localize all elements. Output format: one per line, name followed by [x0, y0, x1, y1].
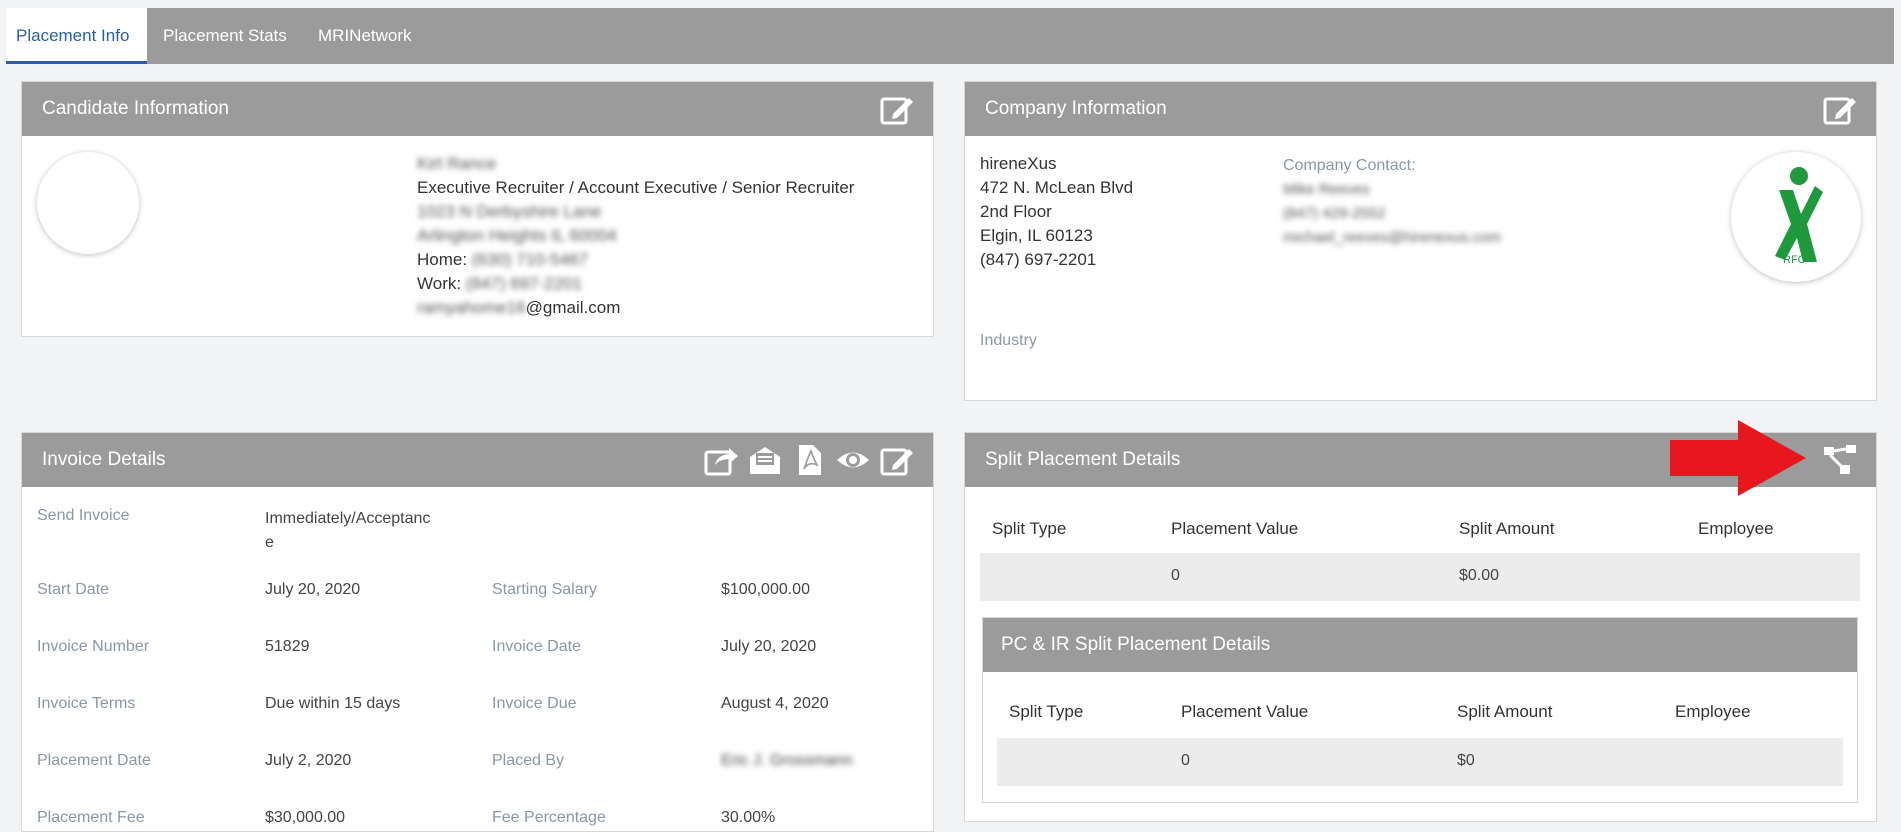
invoice-card: Invoice Details Send Invoice Immediately…	[21, 432, 934, 832]
share-icon[interactable]	[703, 443, 739, 477]
split-grid-header: Split Type Placement Value Split Amount …	[980, 519, 1860, 543]
pcir-split-card: PC & IR Split Placement Details Split Ty…	[982, 617, 1858, 803]
invoice-due-value: August 4, 2020	[721, 695, 829, 712]
split-col-employee: Employee	[1698, 519, 1774, 538]
company-contact-email: michael_reeves@hirenexus.com	[1283, 229, 1501, 246]
invoice-number-label: Invoice Number	[37, 638, 150, 655]
placed-by-label: Placed By	[492, 752, 565, 769]
candidate-card-title: Candidate Information	[42, 98, 229, 119]
invoice-terms-label: Invoice Terms	[37, 695, 136, 712]
company-logo-text: RFC	[1783, 254, 1806, 266]
invoice-due-label: Invoice Due	[492, 695, 577, 712]
candidate-email-suffix: @gmail.com	[525, 298, 621, 317]
pcir-col-employee: Employee	[1675, 702, 1751, 721]
red-arrow-annotation	[1670, 420, 1806, 496]
company-address-2: 2nd Floor	[980, 202, 1052, 221]
company-card-header: Company Information	[965, 82, 1876, 136]
split-row-split-amount: $0.00	[1459, 567, 1500, 584]
company-card: Company Information hireneXus 472 N. McL…	[964, 81, 1877, 401]
pcir-split-card-title: PC & IR Split Placement Details	[1001, 634, 1271, 655]
pcir-col-placement-value: Placement Value	[1181, 702, 1309, 721]
candidate-work-value: (847) 697-2201	[465, 274, 583, 293]
invoice-date-label: Invoice Date	[492, 638, 581, 655]
company-card-title: Company Information	[985, 98, 1167, 119]
edit-icon[interactable]	[1822, 92, 1858, 126]
tab-placement-stats[interactable]: Placement Stats	[153, 8, 297, 64]
company-contact-phone: (847) 429-2552	[1283, 205, 1386, 222]
hierarchy-icon[interactable]	[1822, 443, 1858, 477]
start-date-value: July 20, 2020	[265, 581, 361, 598]
invoice-date-value: July 20, 2020	[721, 638, 817, 655]
invoice-card-header: Invoice Details	[22, 433, 933, 487]
tab-placement-info[interactable]: Placement Info	[6, 8, 147, 64]
edit-icon[interactable]	[879, 443, 915, 477]
split-row-placement-value: 0	[1171, 567, 1180, 584]
pcir-row-split-amount: $0	[1457, 752, 1475, 769]
fee-percentage-value: 30.00%	[721, 809, 776, 826]
invoice-terms-value: Due within 15 days	[265, 695, 401, 712]
placement-date-label: Placement Date	[37, 752, 151, 769]
split-col-placement-value: Placement Value	[1171, 519, 1299, 538]
candidate-address-2: Arlington Heights IL 60004	[417, 226, 617, 245]
invoice-number-value: 51829	[265, 638, 310, 655]
split-col-split-amount: Split Amount	[1459, 519, 1555, 538]
candidate-work-label: Work:	[417, 274, 462, 293]
candidate-email-prefix: ramyahome16	[417, 298, 526, 317]
starting-salary-label: Starting Salary	[492, 581, 597, 598]
split-col-split-type: Split Type	[992, 519, 1067, 538]
pcir-row-placement-value: 0	[1181, 752, 1190, 769]
edit-icon[interactable]	[879, 92, 915, 126]
split-placement-card-title: Split Placement Details	[985, 449, 1181, 470]
company-contact-label: Company Contact:	[1283, 157, 1416, 174]
pdf-icon[interactable]	[791, 443, 827, 477]
company-city: Elgin, IL 60123	[980, 226, 1093, 245]
eye-icon[interactable]	[835, 443, 871, 477]
placement-fee-label: Placement Fee	[37, 809, 145, 826]
placement-date-value: July 2, 2020	[265, 752, 352, 769]
starting-salary-value: $100,000.00	[721, 581, 810, 598]
candidate-card: Candidate Information Kirt Rance Executi…	[21, 81, 934, 337]
fee-percentage-label: Fee Percentage	[492, 809, 606, 826]
industry-label: Industry	[980, 332, 1037, 349]
pcir-split-card-header: PC & IR Split Placement Details	[983, 618, 1857, 672]
company-contact-name: Mike Reeves	[1283, 181, 1370, 198]
pcir-grid-row: 0 $0	[997, 738, 1843, 786]
pcir-col-split-type: Split Type	[1009, 702, 1084, 721]
invoice-card-title: Invoice Details	[42, 449, 166, 470]
send-invoice-value-line-2: e	[265, 534, 274, 551]
split-grid-row: 0 $0.00	[980, 553, 1860, 601]
candidate-home-value: (630) 710-5467	[471, 250, 589, 269]
avatar	[37, 152, 139, 254]
candidate-position: Executive Recruiter / Account Executive …	[417, 178, 855, 197]
placement-fee-value: $30,000.00	[265, 809, 346, 826]
send-invoice-value-line-1: Immediately/Acceptanc	[265, 510, 431, 527]
candidate-name: Kirt Rance	[417, 154, 497, 173]
placed-by-value: Eric J. Grossmann	[721, 752, 853, 769]
pcir-grid-header: Split Type Placement Value Split Amount …	[997, 702, 1843, 726]
pcir-col-split-amount: Split Amount	[1457, 702, 1553, 721]
tab-mrinetwork[interactable]: MRINetwork	[308, 8, 422, 64]
tab-bar: Placement Info Placement Stats MRINetwor…	[6, 8, 1894, 64]
company-name: hireneXus	[980, 154, 1057, 173]
send-invoice-label: Send Invoice	[37, 507, 130, 524]
company-logo: RFC	[1731, 152, 1861, 282]
company-phone: (847) 697-2201	[980, 250, 1097, 269]
email-open-icon[interactable]	[747, 443, 783, 477]
start-date-label: Start Date	[37, 581, 110, 598]
candidate-card-header: Candidate Information	[22, 82, 933, 136]
candidate-address-1: 1023 N Derbyshire Lane	[417, 202, 602, 221]
candidate-home-label: Home:	[417, 250, 468, 269]
company-address-1: 472 N. McLean Blvd	[980, 178, 1134, 197]
